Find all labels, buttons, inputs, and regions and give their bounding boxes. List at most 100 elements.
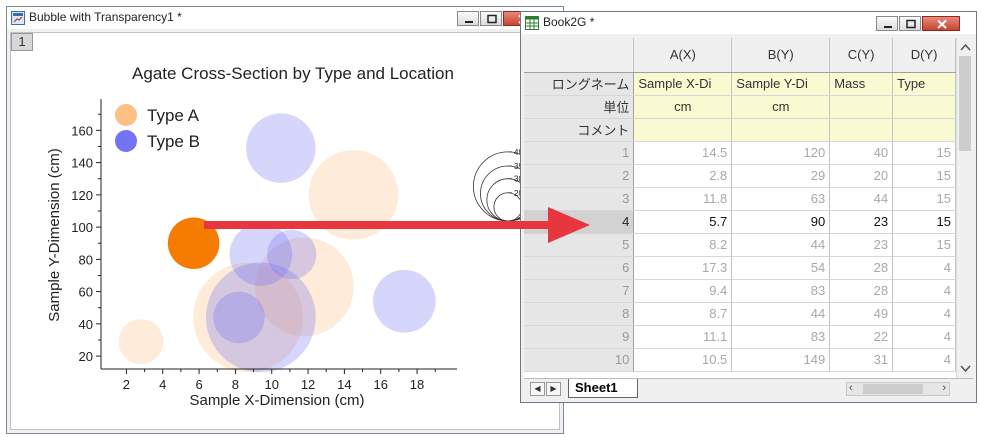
- scroll-up-icon[interactable]: [957, 40, 974, 54]
- table-row[interactable]: 2 2.8 29 20 15: [524, 164, 956, 188]
- data-cell[interactable]: 9.4: [633, 279, 733, 303]
- bubble-type-a[interactable]: [308, 150, 399, 240]
- sheet-tab-sheet1[interactable]: Sheet1: [568, 379, 638, 398]
- bubble-type-b[interactable]: [246, 113, 316, 183]
- scroll-left-icon[interactable]: ‹: [849, 382, 853, 394]
- sheet-maximize-button[interactable]: [899, 16, 921, 31]
- data-cell[interactable]: 15: [892, 210, 956, 234]
- table-row[interactable]: 4 5.7 90 23 15: [524, 210, 956, 234]
- comment-cell[interactable]: [829, 118, 894, 142]
- data-cell[interactable]: 15: [892, 233, 956, 257]
- units-cell[interactable]: [829, 95, 894, 119]
- sheet-close-button[interactable]: [922, 16, 960, 31]
- bubble-type-b[interactable]: [372, 269, 436, 333]
- table-row[interactable]: 9 11.1 83 22 4: [524, 325, 956, 349]
- row-header[interactable]: 9: [524, 325, 635, 349]
- bubble-type-b[interactable]: [205, 262, 316, 373]
- data-cell[interactable]: 4: [892, 279, 956, 303]
- row-header[interactable]: 4: [524, 210, 635, 234]
- data-cell[interactable]: 15: [892, 141, 956, 165]
- data-cell[interactable]: 5.7: [633, 210, 733, 234]
- column-header-a[interactable]: A(X): [633, 38, 733, 73]
- comment-cell[interactable]: [731, 118, 831, 142]
- column-header-b[interactable]: B(Y): [731, 38, 831, 73]
- bubble-type-a[interactable]: [118, 319, 164, 364]
- long-name-cell[interactable]: Sample Y-Di: [731, 72, 831, 96]
- graph-minimize-button[interactable]: [457, 11, 479, 26]
- vertical-scrollbar[interactable]: [956, 38, 973, 378]
- units-cell[interactable]: cm: [731, 95, 831, 119]
- data-cell[interactable]: 8.2: [633, 233, 733, 257]
- table-row[interactable]: 8 8.7 44 49 4: [524, 302, 956, 326]
- data-cell[interactable]: 4: [892, 256, 956, 280]
- table-row[interactable]: 7 9.4 83 28 4: [524, 279, 956, 303]
- comments-label[interactable]: コメント: [524, 118, 635, 142]
- vertical-scroll-thumb[interactable]: [959, 56, 971, 151]
- units-cell[interactable]: [892, 95, 956, 119]
- units-cell[interactable]: cm: [633, 95, 733, 119]
- graph-window[interactable]: Bubble with Transparency1 * 1 Agate Cros…: [6, 6, 564, 434]
- data-cell[interactable]: 54: [731, 256, 831, 280]
- comment-cell[interactable]: [892, 118, 956, 142]
- data-cell[interactable]: 90: [731, 210, 831, 234]
- graph-page[interactable]: 1 Agate Cross-Section by Type and Locati…: [10, 32, 560, 430]
- data-cell[interactable]: 2.8: [633, 164, 733, 188]
- data-cell[interactable]: 10.5: [633, 348, 733, 372]
- data-cell[interactable]: 29: [731, 164, 831, 188]
- table-row[interactable]: 3 11.8 63 44 15: [524, 187, 956, 211]
- worksheet-window[interactable]: Book2G * A(X) B(Y) C(Y) D(Y) ロングネーム Samp…: [520, 11, 977, 403]
- data-cell[interactable]: 83: [731, 325, 831, 349]
- data-cell[interactable]: 40: [829, 141, 894, 165]
- layer-badge[interactable]: 1: [11, 33, 33, 51]
- long-name-cell[interactable]: Mass: [829, 72, 894, 96]
- comment-cell[interactable]: [633, 118, 733, 142]
- scroll-down-icon[interactable]: [957, 362, 974, 376]
- table-row[interactable]: 1 14.5 120 40 15: [524, 141, 956, 165]
- row-header[interactable]: 8: [524, 302, 635, 326]
- data-cell[interactable]: 11.8: [633, 187, 733, 211]
- data-cell[interactable]: 4: [892, 325, 956, 349]
- data-cell[interactable]: 14.5: [633, 141, 733, 165]
- data-cell[interactable]: 8.7: [633, 302, 733, 326]
- sheet-tab-bar[interactable]: ◀ ▶ Sheet1 ‹ ›: [524, 378, 973, 398]
- prev-sheet-icon[interactable]: ◀: [530, 382, 545, 396]
- horizontal-scroll-thumb[interactable]: [863, 384, 923, 394]
- row-header[interactable]: 2: [524, 164, 635, 188]
- data-cell[interactable]: 28: [829, 279, 894, 303]
- data-cell[interactable]: 4: [892, 348, 956, 372]
- graph-window-titlebar[interactable]: Bubble with Transparency1 *: [7, 7, 563, 29]
- row-header[interactable]: 10: [524, 348, 635, 372]
- data-cell[interactable]: 44: [731, 302, 831, 326]
- row-header[interactable]: 5: [524, 233, 635, 257]
- data-cell[interactable]: 23: [829, 233, 894, 257]
- horizontal-scrollbar[interactable]: ‹ ›: [846, 382, 950, 396]
- data-cell[interactable]: 4: [892, 302, 956, 326]
- data-cell[interactable]: 20: [829, 164, 894, 188]
- data-cell[interactable]: 17.3: [633, 256, 733, 280]
- worksheet-grid[interactable]: A(X) B(Y) C(Y) D(Y) ロングネーム Sample X-Di S…: [524, 38, 956, 378]
- data-cell[interactable]: 149: [731, 348, 831, 372]
- table-row[interactable]: 5 8.2 44 23 15: [524, 233, 956, 257]
- data-cell[interactable]: 31: [829, 348, 894, 372]
- table-row[interactable]: 10 10.5 149 31 4: [524, 348, 956, 372]
- corner-cell[interactable]: [524, 38, 635, 73]
- data-cell[interactable]: 22: [829, 325, 894, 349]
- data-cell[interactable]: 44: [731, 233, 831, 257]
- row-header[interactable]: 3: [524, 187, 635, 211]
- data-cell[interactable]: 15: [892, 187, 956, 211]
- data-cell[interactable]: 15: [892, 164, 956, 188]
- table-row[interactable]: 6 17.3 54 28 4: [524, 256, 956, 280]
- long-name-cell[interactable]: Sample X-Di: [633, 72, 733, 96]
- column-header-c[interactable]: C(Y): [829, 38, 894, 73]
- scroll-right-icon[interactable]: ›: [942, 382, 946, 394]
- row-header[interactable]: 7: [524, 279, 635, 303]
- data-cell[interactable]: 23: [829, 210, 894, 234]
- data-cell[interactable]: 63: [731, 187, 831, 211]
- data-cell[interactable]: 28: [829, 256, 894, 280]
- bubble-chart[interactable]: Agate Cross-Section by Type and Location…: [11, 33, 560, 430]
- sheet-minimize-button[interactable]: [876, 16, 898, 31]
- data-cell[interactable]: 120: [731, 141, 831, 165]
- row-header[interactable]: 6: [524, 256, 635, 280]
- next-sheet-icon[interactable]: ▶: [546, 382, 561, 396]
- long-name-cell[interactable]: Type: [892, 72, 956, 96]
